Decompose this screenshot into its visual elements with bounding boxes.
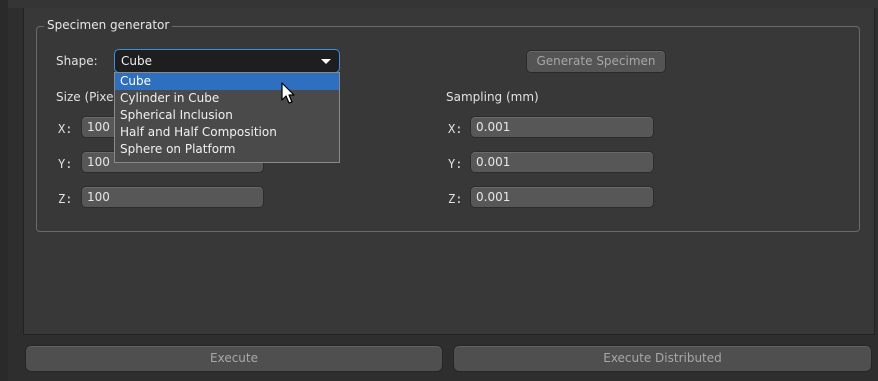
- mouse-cursor-icon: [281, 82, 295, 104]
- sampling-label: Sampling (mm): [446, 90, 539, 104]
- size-x-label: X:: [58, 122, 73, 136]
- chevron-down-icon: [321, 59, 331, 64]
- groupbox-title: Specimen generator: [44, 17, 173, 33]
- sampling-z-field[interactable]: 0.001: [470, 186, 654, 208]
- shape-dropdown-list: Cube Cylinder in Cube Spherical Inclusio…: [114, 72, 340, 163]
- sampling-x-field[interactable]: 0.001: [470, 116, 654, 138]
- top-strip: [0, 0, 878, 8]
- generate-specimen-button[interactable]: Generate Specimen: [526, 50, 666, 73]
- shape-option-sphere-on-platform[interactable]: Sphere on Platform: [115, 141, 339, 158]
- size-z-label: Z:: [58, 192, 73, 206]
- shape-combobox[interactable]: Cube: [114, 49, 340, 73]
- size-y-label: Y:: [58, 157, 73, 171]
- sampling-y-value: 0.001: [476, 155, 511, 169]
- size-z-field[interactable]: 100: [81, 186, 264, 208]
- shape-option-cube[interactable]: Cube: [115, 73, 339, 90]
- sampling-x-value: 0.001: [476, 120, 511, 134]
- execute-button[interactable]: Execute: [25, 345, 443, 372]
- sampling-z-label: Z:: [448, 192, 463, 206]
- shape-label: Shape:: [56, 54, 98, 68]
- size-label: Size (Pixe: [56, 90, 114, 104]
- shape-option-spherical-inclusion[interactable]: Spherical Inclusion: [115, 107, 339, 124]
- sampling-y-label: Y:: [448, 157, 463, 171]
- left-margin: [0, 0, 8, 381]
- size-z-value: 100: [87, 190, 110, 204]
- shape-combobox-value: Cube: [121, 54, 152, 68]
- sampling-y-field[interactable]: 0.001: [470, 151, 654, 173]
- shape-option-cylinder-in-cube[interactable]: Cylinder in Cube: [115, 90, 339, 107]
- sampling-x-label: X:: [448, 122, 463, 136]
- sampling-z-value: 0.001: [476, 190, 511, 204]
- execute-distributed-button[interactable]: Execute Distributed: [453, 345, 872, 372]
- shape-option-half-and-half-composition[interactable]: Half and Half Composition: [115, 124, 339, 141]
- size-y-value: 100: [87, 155, 110, 169]
- size-x-value: 100: [87, 120, 110, 134]
